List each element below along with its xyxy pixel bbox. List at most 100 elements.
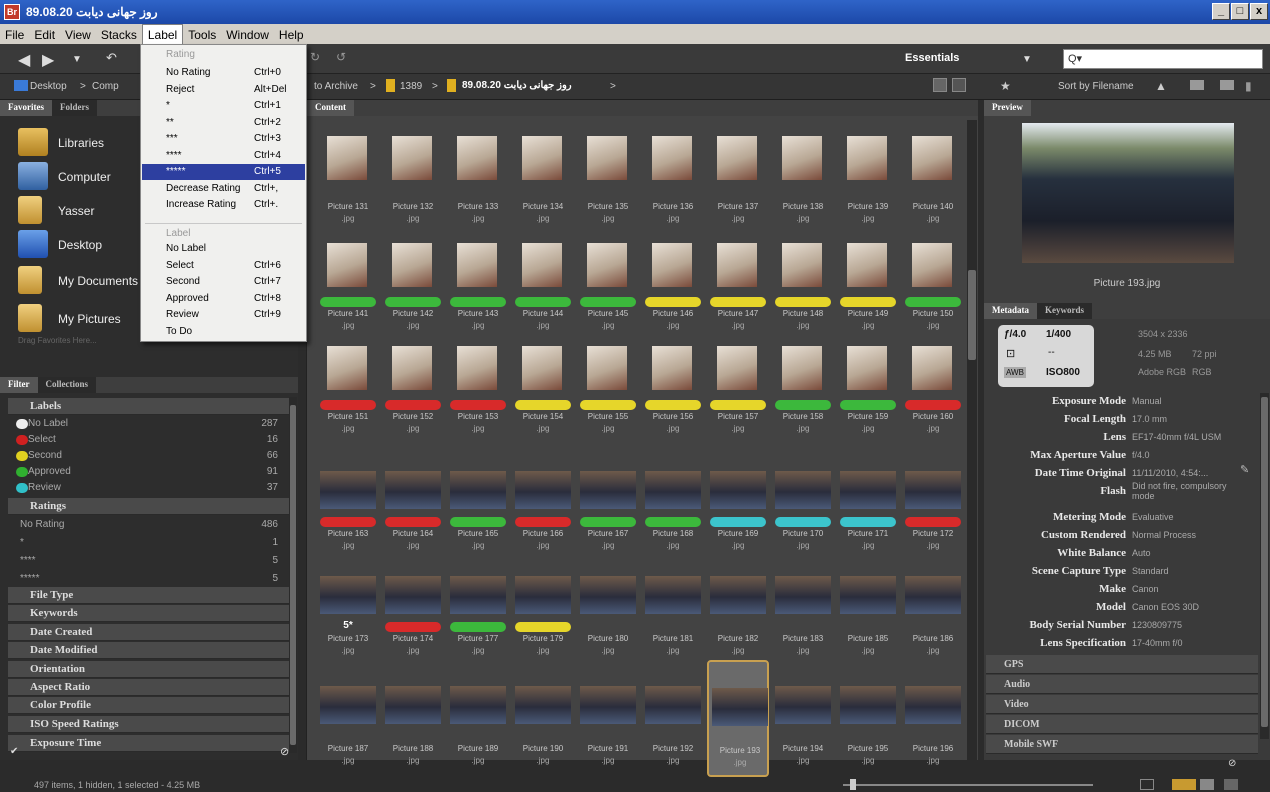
menu-item[interactable]: Second Ctrl+7 <box>142 274 305 290</box>
preview-image[interactable] <box>1022 123 1234 263</box>
thumbnail[interactable]: Picture 153 .jpg <box>447 328 509 445</box>
filter-label-row[interactable]: No Label 287 <box>8 416 290 432</box>
metadata-scrollbar-thumb[interactable] <box>1261 397 1268 727</box>
clear-filter-icon[interactable]: ⊘ <box>280 745 289 758</box>
thumbnail[interactable]: Picture 181 .jpg <box>642 550 704 667</box>
rotate-ccw-icon[interactable]: ↺ <box>336 50 346 64</box>
menu-item[interactable]: * Ctrl+1 <box>142 98 305 114</box>
thumbnail[interactable]: Picture 196 .jpg <box>902 660 964 777</box>
thumbnail[interactable]: Picture 136 .jpg <box>642 118 704 235</box>
menu-item[interactable]: Approved Ctrl+8 <box>142 291 305 307</box>
thumbnail[interactable]: Picture 194 .jpg <box>772 660 834 777</box>
breadcrumb-archive[interactable]: to Archive <box>314 81 358 92</box>
menu-item[interactable]: Reject Alt+Del <box>142 82 305 98</box>
filter-color-profile[interactable]: Color Profile <box>8 697 290 714</box>
color-label-pill[interactable] <box>385 297 441 307</box>
breadcrumb-1389[interactable]: 1389 <box>400 81 422 92</box>
sort-by-dropdown[interactable]: Sort by Filename <box>1058 81 1134 92</box>
color-label-pill[interactable] <box>320 297 376 307</box>
breadcrumb-current[interactable]: 89.08.20 روز جهانی دیابت <box>462 80 572 91</box>
thumbnail[interactable]: Picture 160 .jpg <box>902 328 964 445</box>
color-label-pill[interactable] <box>450 622 506 632</box>
filter-rating-row[interactable]: ***** 5 <box>8 571 290 587</box>
thumbnail[interactable]: Picture 165 .jpg <box>447 445 509 562</box>
thumbnail[interactable]: Picture 169 .jpg <box>707 445 769 562</box>
thumbnail[interactable]: Picture 186 .jpg <box>902 550 964 667</box>
metadata-no-entry-icon[interactable]: ⊘ <box>1228 758 1236 769</box>
thumbnail[interactable]: Picture 164 .jpg <box>382 445 444 562</box>
filter-label-row[interactable]: Select 16 <box>8 432 290 448</box>
color-label-pill[interactable] <box>645 517 701 527</box>
thumbnail[interactable]: Picture 144 .jpg <box>512 225 574 342</box>
menu-edit[interactable]: Edit <box>29 25 60 42</box>
forward-arrow-icon[interactable]: ▶ <box>42 50 54 70</box>
thumbnail[interactable]: Picture 167 .jpg <box>577 445 639 562</box>
tab-preview[interactable]: Preview <box>984 100 1031 116</box>
thumbnail[interactable]: Picture 185 .jpg <box>837 550 899 667</box>
filter-labels-header[interactable]: Labels <box>8 398 290 415</box>
tab-keywords[interactable]: Keywords <box>1037 303 1092 319</box>
filter-pin-icon[interactable]: ✔ <box>10 746 18 757</box>
thumbnail[interactable]: Picture 158 .jpg <box>772 328 834 445</box>
thumbnail[interactable]: Picture 137 .jpg <box>707 118 769 235</box>
thumbnail[interactable]: Picture 131 .jpg <box>317 118 379 235</box>
thumbnail[interactable]: Picture 142 .jpg <box>382 225 444 342</box>
grid-view-icon[interactable] <box>933 78 947 92</box>
color-label-pill[interactable] <box>905 297 961 307</box>
filter-label-row[interactable]: Second 66 <box>8 448 290 464</box>
color-label-pill[interactable] <box>710 400 766 410</box>
color-label-pill[interactable] <box>905 517 961 527</box>
menu-label[interactable]: Label <box>141 24 184 44</box>
tab-collections[interactable]: Collections <box>37 377 96 393</box>
filter-rating-row[interactable]: No Rating 486 <box>8 517 290 533</box>
menu-tools[interactable]: Tools <box>183 25 221 42</box>
tab-folders[interactable]: Folders <box>52 100 97 116</box>
menu-window[interactable]: Window <box>221 25 274 42</box>
thumbnail[interactable]: Picture 145 .jpg <box>577 225 639 342</box>
metadata-section-audio[interactable]: Audio <box>986 675 1258 694</box>
breadcrumb-desktop[interactable]: Desktop <box>30 81 67 92</box>
thumbnail[interactable]: Picture 170 .jpg <box>772 445 834 562</box>
filter-date-modified[interactable]: Date Modified <box>8 642 290 659</box>
thumbnail[interactable]: Picture 193 .jpg <box>707 660 769 777</box>
filter-exposure-time[interactable]: Exposure Time <box>8 735 290 752</box>
menu-help[interactable]: Help <box>274 25 309 42</box>
color-label-pill[interactable] <box>840 297 896 307</box>
color-label-pill[interactable] <box>580 400 636 410</box>
filter-ratings-header[interactable]: Ratings <box>8 498 290 515</box>
thumbnail[interactable]: Picture 179 .jpg <box>512 550 574 667</box>
view-list-icon[interactable] <box>1224 779 1238 790</box>
thumbnail[interactable]: Picture 187 .jpg <box>317 660 379 777</box>
menu-item[interactable]: ***** Ctrl+5 <box>142 164 305 180</box>
filter-rating-row[interactable]: **** 5 <box>8 553 290 569</box>
menu-item[interactable]: ** Ctrl+2 <box>142 115 305 131</box>
thumbnail[interactable]: Picture 140 .jpg <box>902 118 964 235</box>
color-label-pill[interactable] <box>645 400 701 410</box>
thumbnail[interactable]: Picture 195 .jpg <box>837 660 899 777</box>
menu-item[interactable]: Increase Rating Ctrl+. <box>142 197 305 213</box>
color-label-pill[interactable] <box>775 400 831 410</box>
color-label-pill[interactable] <box>385 400 441 410</box>
tab-metadata[interactable]: Metadata <box>984 303 1037 319</box>
filter-iso-speed[interactable]: ISO Speed Ratings <box>8 716 290 733</box>
list-view-icon[interactable] <box>952 78 966 92</box>
color-label-pill[interactable] <box>385 622 441 632</box>
thumbnail[interactable]: Picture 189 .jpg <box>447 660 509 777</box>
content-scrollbar[interactable] <box>967 120 977 760</box>
maximize-button[interactable]: □ <box>1231 3 1249 20</box>
thumbnail[interactable]: 5* Picture 173 .jpg <box>317 550 379 667</box>
thumbnail[interactable]: Picture 172 .jpg <box>902 445 964 562</box>
color-label-pill[interactable] <box>840 517 896 527</box>
thumbnail[interactable]: Picture 135 .jpg <box>577 118 639 235</box>
thumbnail[interactable]: Picture 163 .jpg <box>317 445 379 562</box>
menu-item[interactable]: **** Ctrl+4 <box>142 148 305 164</box>
filter-date-created[interactable]: Date Created <box>8 624 290 641</box>
filter-label-row[interactable]: Approved 91 <box>8 464 290 480</box>
metadata-scrollbar[interactable] <box>1260 393 1269 739</box>
thumbnail[interactable]: Picture 143 .jpg <box>447 225 509 342</box>
view-details-icon[interactable] <box>1200 779 1214 790</box>
color-label-pill[interactable] <box>710 517 766 527</box>
metadata-section-gps[interactable]: GPS <box>986 655 1258 674</box>
color-label-pill[interactable] <box>775 517 831 527</box>
lock-thumbnail-grid-icon[interactable] <box>1140 779 1154 790</box>
